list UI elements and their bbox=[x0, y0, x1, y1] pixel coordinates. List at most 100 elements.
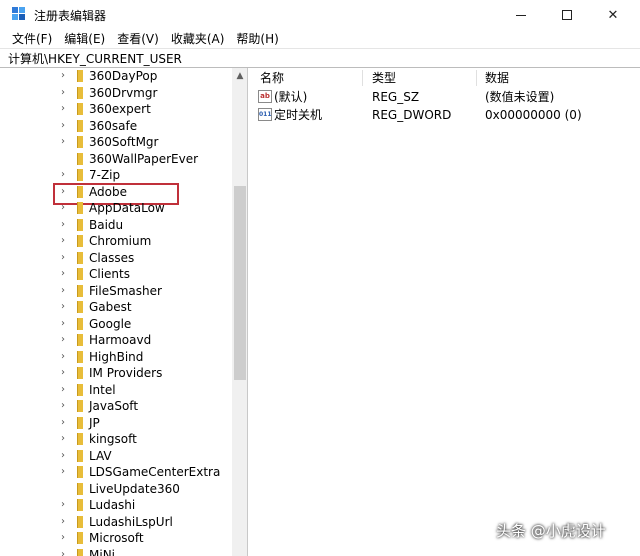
tree-item[interactable]: › Adobe bbox=[6, 182, 232, 204]
column-header-type[interactable]: 类型 bbox=[372, 70, 396, 86]
tree-item-label: JP bbox=[89, 415, 100, 430]
tree-item-label: Adobe bbox=[89, 184, 127, 199]
tree-item[interactable]: › Google bbox=[6, 316, 232, 333]
tree-item-label: IM Providers bbox=[89, 366, 163, 380]
tree-item-label: Clients bbox=[89, 267, 130, 281]
tree-item[interactable]: › LAV bbox=[6, 448, 232, 465]
chevron-right-icon[interactable]: › bbox=[58, 318, 68, 330]
tree-item[interactable]: › LDSGameCenterExtra bbox=[6, 464, 232, 481]
chevron-right-icon[interactable]: › bbox=[58, 169, 68, 181]
tree-item[interactable]: › 7-Zip bbox=[6, 167, 232, 184]
chevron-right-icon[interactable]: › bbox=[58, 466, 68, 478]
tree-item[interactable]: › Gabest bbox=[6, 299, 232, 316]
chevron-right-icon[interactable]: › bbox=[58, 219, 68, 231]
tree-item[interactable]: › 360expert bbox=[6, 101, 232, 118]
tree-item-label: HighBind bbox=[89, 349, 144, 364]
chevron-right-icon[interactable]: › bbox=[58, 499, 68, 511]
folder-icon bbox=[77, 251, 83, 264]
chevron-right-icon[interactable]: › bbox=[58, 400, 68, 412]
tree-item[interactable]: › AppDataLow bbox=[6, 200, 232, 217]
menu-favorites[interactable]: 收藏夹(A) bbox=[165, 31, 231, 47]
tree-item-label: LudashiLspUrl bbox=[89, 514, 173, 529]
tree-item[interactable]: › FileSmasher bbox=[6, 283, 232, 300]
minimize-button[interactable] bbox=[498, 0, 544, 30]
tree-item[interactable]: › kingsoft bbox=[6, 431, 232, 448]
chevron-right-icon[interactable]: › bbox=[58, 417, 68, 429]
chevron-right-icon[interactable]: › bbox=[58, 252, 68, 264]
chevron-right-icon[interactable]: › bbox=[58, 532, 68, 544]
tree-item[interactable]: › Clients bbox=[6, 266, 232, 283]
column-header-name[interactable]: 名称 bbox=[260, 70, 284, 86]
tree-item[interactable]: LiveUpdate360 bbox=[6, 481, 232, 498]
tree-item-label: Microsoft bbox=[89, 531, 144, 545]
tree-item[interactable]: › JP bbox=[6, 415, 232, 432]
folder-icon bbox=[77, 433, 83, 445]
tree-item[interactable]: › MiNi bbox=[6, 547, 232, 556]
chevron-right-icon[interactable]: › bbox=[58, 70, 68, 82]
chevron-right-icon[interactable]: › bbox=[58, 268, 68, 280]
chevron-right-icon[interactable]: › bbox=[58, 433, 68, 445]
tree-item[interactable]: › 360DayPop bbox=[6, 68, 232, 85]
close-button[interactable]: ✕ bbox=[590, 0, 636, 30]
tree-item[interactable]: › 360safe bbox=[6, 118, 232, 135]
tree-item-label: 7-Zip bbox=[89, 168, 121, 182]
maximize-button[interactable] bbox=[544, 0, 590, 30]
tree-item-label: MiNi bbox=[89, 547, 115, 556]
chevron-right-icon[interactable]: › bbox=[58, 87, 68, 99]
column-divider[interactable] bbox=[476, 70, 477, 86]
chevron-right-icon[interactable]: › bbox=[58, 103, 68, 115]
chevron-right-icon[interactable]: › bbox=[58, 202, 68, 214]
tree-item[interactable]: › Microsoft bbox=[6, 530, 232, 547]
tree-item[interactable]: 360WallPaperEver bbox=[6, 151, 232, 168]
tree-item[interactable]: › 360Drvmgr bbox=[6, 85, 232, 102]
scroll-up-icon[interactable]: ▲ bbox=[232, 68, 247, 84]
tree-item[interactable]: › Baidu bbox=[6, 217, 232, 234]
chevron-right-icon[interactable]: › bbox=[58, 136, 68, 148]
registry-editor-icon bbox=[12, 7, 26, 21]
menu-view[interactable]: 查看(V) bbox=[111, 31, 165, 47]
chevron-right-icon[interactable]: › bbox=[58, 516, 68, 528]
tree-item[interactable]: › IM Providers bbox=[6, 365, 232, 382]
chevron-right-icon[interactable]: › bbox=[58, 186, 68, 198]
tree-item[interactable]: › 360SoftMgr bbox=[6, 134, 232, 151]
tree-scrollbar[interactable]: ▲ bbox=[232, 68, 247, 556]
tree-item[interactable]: › JavaSoft bbox=[6, 398, 232, 415]
column-header-data[interactable]: 数据 bbox=[485, 70, 509, 86]
chevron-right-icon[interactable]: › bbox=[58, 351, 68, 363]
folder-icon bbox=[77, 268, 83, 280]
chevron-right-icon[interactable]: › bbox=[58, 120, 68, 132]
tree-item[interactable]: › Ludashi bbox=[6, 497, 232, 514]
watermark: 头条 @小虎设计 bbox=[496, 522, 606, 540]
menu-edit[interactable]: 编辑(E) bbox=[58, 31, 111, 47]
tree-item-label: kingsoft bbox=[89, 432, 137, 446]
chevron-right-icon[interactable]: › bbox=[58, 334, 68, 346]
tree-item[interactable]: › LudashiLspUrl bbox=[6, 514, 232, 531]
chevron-right-icon[interactable]: › bbox=[58, 301, 68, 313]
tree-item[interactable]: › HighBind bbox=[6, 349, 232, 366]
column-divider[interactable] bbox=[362, 70, 363, 86]
tree-item-label: 360expert bbox=[89, 102, 151, 116]
chevron-right-icon[interactable]: › bbox=[58, 450, 68, 462]
chevron-right-icon[interactable]: › bbox=[58, 285, 68, 297]
folder-icon bbox=[77, 548, 83, 556]
tree-item[interactable]: › Intel bbox=[6, 382, 232, 399]
scroll-thumb[interactable] bbox=[234, 186, 246, 380]
value-row[interactable]: 011 定时关机 REG_DWORD 0x00000000 (0) bbox=[252, 106, 640, 124]
menu-file[interactable]: 文件(F) bbox=[6, 31, 58, 47]
chevron-right-icon[interactable]: › bbox=[58, 367, 68, 379]
folder-icon bbox=[77, 482, 83, 495]
address-bar[interactable]: 计算机\HKEY_CURRENT_USER bbox=[0, 48, 640, 68]
value-row[interactable]: ab (默认) REG_SZ (数值未设置) bbox=[252, 88, 640, 106]
tree-item[interactable]: › Classes bbox=[6, 250, 232, 267]
folder-icon bbox=[77, 218, 83, 231]
tree-item-label: LAV bbox=[89, 448, 112, 463]
folder-icon bbox=[77, 532, 83, 544]
chevron-right-icon[interactable]: › bbox=[58, 384, 68, 396]
chevron-right-icon[interactable]: › bbox=[58, 549, 68, 556]
menu-help[interactable]: 帮助(H) bbox=[230, 31, 284, 47]
tree-item-label: Baidu bbox=[89, 217, 124, 232]
tree-item[interactable]: › Harmoavd bbox=[6, 332, 232, 349]
chevron-right-icon[interactable]: › bbox=[58, 235, 68, 247]
tree-item[interactable]: › Chromium bbox=[6, 233, 232, 250]
folder-icon bbox=[77, 136, 83, 148]
